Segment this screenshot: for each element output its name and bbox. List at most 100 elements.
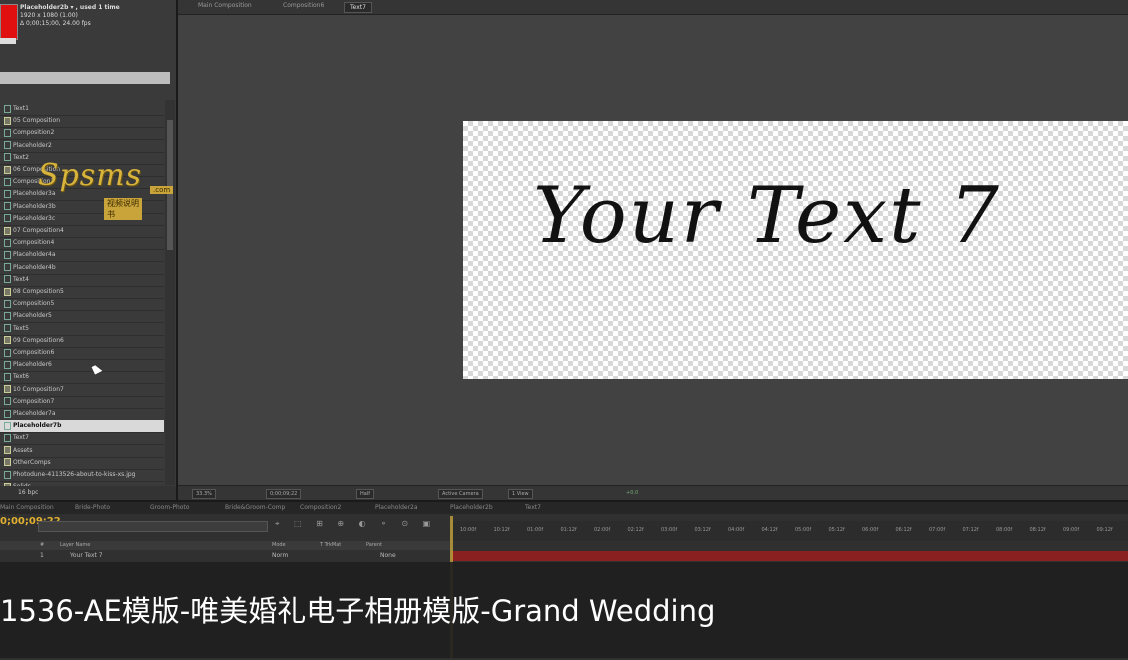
project-item[interactable]: Text7 <box>0 432 164 446</box>
comp-thumbnail <box>0 4 18 40</box>
thumbnail-bar <box>0 38 16 44</box>
tab-main-composition[interactable]: Main Composition <box>198 2 252 9</box>
item-icon <box>4 421 11 430</box>
item-icon <box>4 470 11 479</box>
ruler-tick-label: 07:12f <box>962 527 979 533</box>
project-footer: 16 bpc <box>0 486 176 500</box>
project-item[interactable]: Placeholder4a <box>0 249 164 263</box>
project-item-label: 07 Composition4 <box>13 227 64 234</box>
project-item[interactable]: 05 Composition <box>0 115 164 129</box>
timeline-search-input[interactable] <box>38 521 268 532</box>
layer-mode[interactable]: Norm <box>272 551 288 561</box>
project-item[interactable]: Placeholder5 <box>0 310 164 324</box>
bpc-label[interactable]: 16 bpc <box>18 489 38 496</box>
exposure-value[interactable]: +0.0 <box>623 489 641 497</box>
project-item-label: Composition6 <box>13 349 55 356</box>
time-ruler[interactable]: 10:00f 10:12f 01:00f 01:12f 02:00f 02:12f 03:0… <box>452 521 1128 541</box>
timeline-tab[interactable]: Text7 <box>525 504 541 511</box>
folder-icon <box>4 385 11 394</box>
project-item[interactable]: 08 Composition5 <box>0 286 164 299</box>
project-item-label: Placeholder5 <box>13 312 52 320</box>
layer-name[interactable]: Your Text 7 <box>70 551 103 561</box>
views-select[interactable]: 1 View <box>508 489 533 499</box>
layer-parent[interactable]: None <box>380 551 396 561</box>
timeline-tab[interactable]: Bride-Photo <box>75 504 110 511</box>
layer-duration-bar[interactable] <box>452 551 1128 561</box>
ruler-tick-label: 07:00f <box>929 527 946 533</box>
timeline-switch-icons[interactable]: ⌖ ⬚ ⊞ ⊕ ◐ ⚬ ⊙ ▣ <box>275 519 436 529</box>
current-time[interactable]: 0;00;09;22 <box>266 489 302 499</box>
project-item[interactable]: Text1 <box>0 103 164 116</box>
project-item-label: OtherComps <box>13 458 51 466</box>
ruler-tick-label: 03:12f <box>694 527 711 533</box>
project-item[interactable]: OtherComps <box>0 457 164 470</box>
watermark-main: Spsms <box>38 158 142 193</box>
item-icon <box>4 214 11 223</box>
project-search-input[interactable] <box>0 72 170 84</box>
zoom-select[interactable]: 33.3% <box>192 489 216 499</box>
project-item-label: Assets <box>13 446 33 454</box>
project-item-label: Placeholder3b <box>13 202 56 210</box>
scrollbar-thumb[interactable] <box>167 120 173 250</box>
project-item-label: Placeholder6 <box>13 361 52 369</box>
project-item-label: 09 Composition6 <box>13 336 64 344</box>
ruler-tick-label: 10:12f <box>493 527 510 533</box>
item-icon <box>4 263 11 272</box>
project-item-label: Text4 <box>13 275 29 283</box>
thumbnail-duration: Δ 0;00;15;00, 24.00 fps <box>20 20 91 27</box>
tab-text7[interactable]: Text7 <box>344 2 372 13</box>
camera-select[interactable]: Active Camera <box>438 489 483 499</box>
project-item[interactable]: Placeholder2 <box>0 140 164 153</box>
layer-row[interactable]: 1 Your Text 7 Norm None <box>0 551 450 561</box>
project-item-label: Composition4 <box>13 239 55 247</box>
project-item[interactable]: Photodune-4113526-about-to-kiss-xs.jpg <box>0 469 164 482</box>
project-item[interactable]: Text6 <box>0 371 164 385</box>
project-item-label: Placeholder2 <box>13 141 52 149</box>
composition-canvas[interactable]: Your Text 7 <box>463 121 1128 379</box>
project-item-label: Text2 <box>13 153 29 161</box>
project-item[interactable]: Composition4 <box>0 237 164 251</box>
project-item[interactable]: Composition6 <box>0 347 164 360</box>
project-item-label: Text1 <box>13 105 29 112</box>
timeline-tab[interactable]: Bride&Groom-Comp <box>225 504 285 511</box>
project-item[interactable]: Composition2 <box>0 127 164 141</box>
item-icon <box>4 409 11 418</box>
timeline-tab[interactable]: Main Composition <box>0 504 54 511</box>
ruler-tick-label: 03:00f <box>661 527 678 533</box>
timeline-tab[interactable]: Groom-Photo <box>150 504 189 511</box>
project-item[interactable]: 10 Composition7 <box>0 384 164 397</box>
col-mode: Mode <box>272 542 286 548</box>
resolution-select[interactable]: Half <box>356 489 374 499</box>
project-item[interactable]: Assets <box>0 445 164 458</box>
project-item[interactable]: Placeholder7a <box>0 408 164 421</box>
project-item-label: Text5 <box>13 324 29 332</box>
col-layer-name[interactable]: Layer Name <box>60 541 90 550</box>
project-item[interactable]: Placeholder4b <box>0 262 164 275</box>
project-item[interactable]: 07 Composition4 <box>0 225 164 238</box>
thumbnail-dimensions: 1920 x 1080 (1.00) <box>20 12 78 19</box>
project-item[interactable]: Placeholder7b <box>0 420 164 434</box>
tab-composition6[interactable]: Composition6 <box>283 2 324 9</box>
project-item[interactable]: Text5 <box>0 323 164 336</box>
project-item[interactable]: Composition7 <box>0 396 164 409</box>
project-item[interactable]: Composition5 <box>0 298 164 312</box>
item-icon <box>4 141 11 150</box>
project-item[interactable]: Placeholder6 <box>0 359 164 373</box>
item-icon <box>4 360 11 369</box>
col-index: # <box>40 542 45 548</box>
timeline-tab[interactable]: Placeholder2a <box>375 504 418 511</box>
project-item[interactable]: 09 Composition6 <box>0 335 164 348</box>
ruler-tick-label: 04:12f <box>761 527 778 533</box>
project-item[interactable]: Text4 <box>0 274 164 287</box>
ruler-tick-label: 08:00f <box>996 527 1013 533</box>
folder-icon <box>4 116 11 125</box>
project-item-label: 05 Composition <box>13 117 61 125</box>
video-caption: 1536-AE模版-唯美婚礼电子相册模版-Grand Wedding <box>0 594 716 628</box>
project-item-label: Text6 <box>13 373 29 381</box>
watermark-logo: Spsms .com 视频说明书 <box>38 158 174 220</box>
timeline-tab[interactable]: Composition2 <box>300 504 341 511</box>
item-icon <box>4 324 11 333</box>
project-item-label: Composition5 <box>13 300 55 308</box>
timeline-tab[interactable]: Placeholder2b <box>450 504 493 511</box>
project-scrollbar[interactable] <box>165 100 175 485</box>
